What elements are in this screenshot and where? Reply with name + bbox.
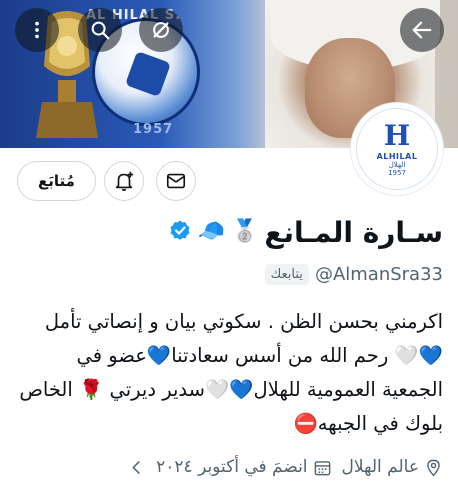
more-options-button[interactable] bbox=[15, 8, 59, 52]
display-name: سـارة المـانع bbox=[264, 215, 443, 249]
grok-icon bbox=[153, 22, 169, 38]
join-date: انضمَ في أكتوبر ٢٠٢٤ bbox=[156, 457, 331, 477]
name-row: سـارة المـانع 🥈 🧢 bbox=[168, 212, 443, 252]
back-button[interactable] bbox=[400, 8, 444, 52]
expand-meta-button[interactable] bbox=[127, 458, 146, 477]
follows-you-badge: يتابعك bbox=[264, 264, 309, 285]
location-text: عالم الهلال bbox=[341, 457, 419, 477]
search-icon bbox=[91, 21, 110, 40]
handle-row: @AlmanSra33 يتابعك bbox=[264, 264, 443, 285]
profile-meta: عالم الهلال انضمَ في أكتوبر ٢٠٢٤ bbox=[127, 452, 443, 482]
calendar-icon bbox=[314, 460, 330, 475]
following-button[interactable]: مُتابَع bbox=[17, 161, 96, 201]
handle: @AlmanSra33 bbox=[314, 264, 443, 285]
more-vertical-icon bbox=[35, 21, 39, 39]
verified-badge-icon[interactable] bbox=[168, 218, 192, 246]
envelope-icon bbox=[166, 173, 186, 189]
medal-emoji: 🥈 bbox=[230, 219, 259, 244]
avatar[interactable]: H ALHILAL الهلال 1957 bbox=[351, 103, 443, 195]
avatar-logo-circle: H ALHILAL الهلال 1957 bbox=[356, 108, 438, 190]
cap-emoji: 🧢 bbox=[197, 219, 225, 244]
location-pin-icon bbox=[427, 459, 440, 476]
avatar-club-name-ar: الهلال bbox=[388, 160, 406, 169]
grok-button[interactable] bbox=[139, 8, 183, 52]
message-button[interactable] bbox=[156, 161, 196, 201]
chevron-left-icon bbox=[132, 460, 140, 474]
search-button[interactable] bbox=[78, 8, 122, 52]
join-date-text: انضمَ في أكتوبر ٢٠٢٤ bbox=[156, 457, 308, 477]
notifications-button[interactable] bbox=[104, 161, 144, 201]
hilal-logo: H bbox=[383, 118, 411, 152]
avatar-club-name: ALHILAL bbox=[376, 151, 418, 161]
arrow-right-icon bbox=[412, 21, 432, 39]
location: عالم الهلال bbox=[342, 457, 443, 477]
bell-plus-icon bbox=[115, 171, 134, 191]
bio: اكرمني بحسن الظن . سكوتي بيان و إنصاتي ت… bbox=[19, 310, 443, 435]
banner-year: 1957 bbox=[133, 122, 174, 137]
avatar-year: 1957 bbox=[388, 168, 406, 177]
